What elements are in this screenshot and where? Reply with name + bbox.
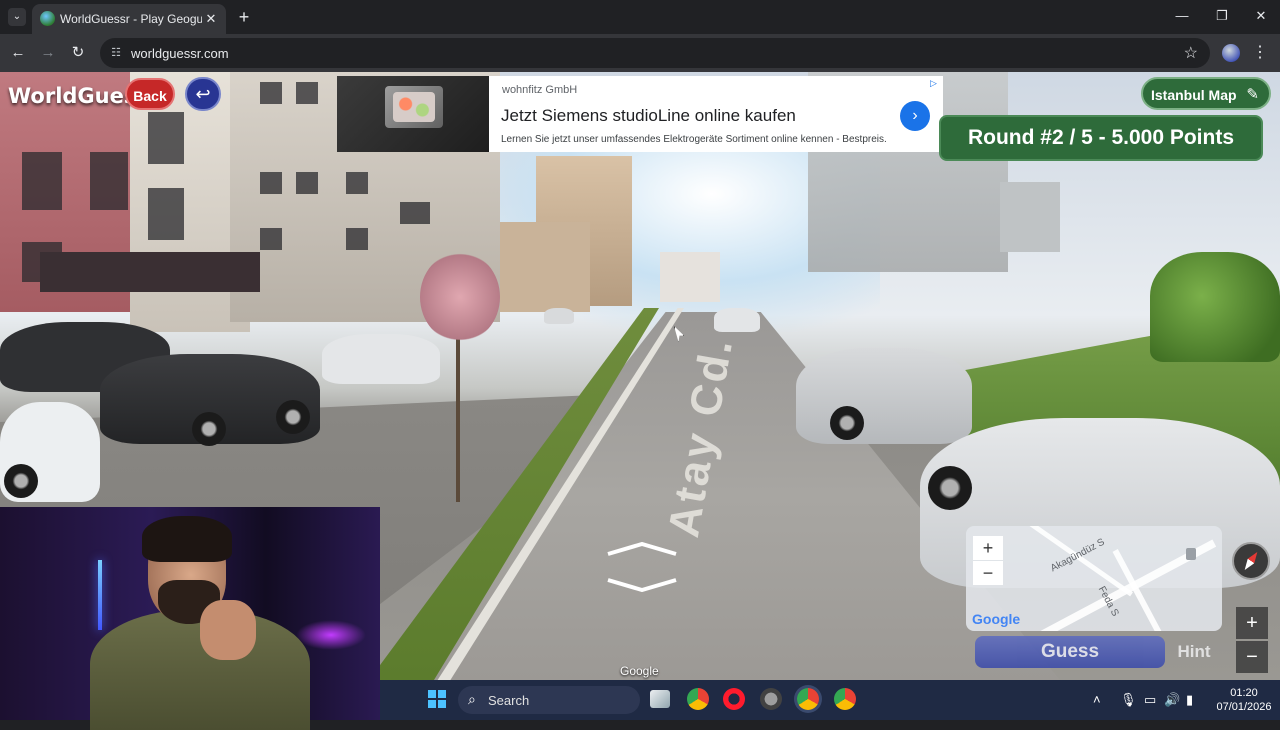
tree-crown (420, 252, 500, 342)
compass-icon[interactable] (1232, 542, 1270, 580)
browser-menu-icon[interactable]: ⋮ (1252, 43, 1268, 63)
hint-button[interactable]: Hint (1168, 636, 1220, 668)
guess-minimap[interactable]: Akagündüz S Feda S + − Google (966, 526, 1222, 631)
ad-description: Lernen Sie jetzt unser umfassendes Elekt… (501, 134, 887, 145)
reload-icon[interactable]: ↻ (67, 42, 89, 64)
maximize-button[interactable]: ❐ (1207, 6, 1237, 26)
streetview-zoom-out-button[interactable]: − (1236, 641, 1268, 673)
parked-car-white-front (0, 402, 100, 502)
chevron-right-icon[interactable]: › (900, 101, 930, 131)
taskbar-clock[interactable]: 01:20 07/01/2026 (1212, 686, 1276, 714)
profile-avatar[interactable] (1222, 44, 1240, 62)
move-backward-arrow-icon[interactable] (606, 578, 678, 592)
site-info-icon[interactable]: ☷ (108, 45, 124, 61)
round-banner: Round #2 / 5 - 5.000 Points (939, 115, 1263, 161)
building-right-small (1000, 182, 1060, 252)
url-text[interactable]: worldguessr.com (131, 46, 229, 61)
google-logo: Google (972, 611, 1021, 627)
pencil-icon: ✎ (1246, 86, 1259, 103)
return-arrow-icon: ↩ (195, 84, 211, 104)
parked-car-dark (100, 354, 320, 446)
purple-lamp (296, 620, 366, 650)
network-icon[interactable]: ▭ (1144, 692, 1156, 708)
windows-start-icon[interactable] (428, 690, 446, 708)
tab-title: WorldGuessr - Play Geoguessr Free (60, 12, 202, 26)
tab-close-button[interactable]: ✕ (202, 10, 220, 28)
ad-banner[interactable]: wohnfitz GmbH Jetzt Siemens studioLine o… (337, 76, 943, 152)
minimize-button[interactable]: — (1167, 6, 1197, 26)
battery-icon[interactable]: ▮ (1186, 692, 1193, 708)
globe-icon (40, 11, 55, 26)
map-name: Istanbul Map (1151, 87, 1237, 103)
map-zoom-in-button[interactable]: + (973, 536, 1003, 560)
ad-sponsor: wohnfitz GmbH (502, 84, 578, 96)
distant-car (544, 308, 574, 324)
ad-choices-icon[interactable]: ▷ (930, 78, 941, 89)
bookmark-star-icon[interactable]: ☆ (1184, 43, 1198, 63)
taskbar-search[interactable]: ⌕ Search (458, 686, 640, 714)
parked-car-silver (796, 348, 972, 444)
return-to-start-button[interactable]: ↩ (185, 77, 221, 111)
search-icon: ⌕ (468, 691, 476, 707)
address-bar[interactable]: ☷ worldguessr.com ☆ (100, 38, 1210, 68)
google-watermark: Google (620, 664, 659, 678)
led-strip (98, 560, 102, 630)
back-button[interactable]: Back (125, 78, 175, 110)
microphone-icon[interactable]: 🎙 (1120, 692, 1137, 708)
chrome-icon[interactable] (687, 688, 709, 710)
window-close-button[interactable]: ✕ (1246, 6, 1276, 26)
tab-strip: ⌄ WorldGuessr - Play Geoguessr Free ✕ + … (0, 0, 1280, 34)
hedge (1150, 252, 1280, 362)
tab-worldguessr[interactable]: WorldGuessr - Play Geoguessr Free ✕ (32, 4, 226, 34)
clock-time: 01:20 (1230, 687, 1258, 699)
clock-date: 07/01/2026 (1216, 701, 1272, 713)
move-forward-arrow-icon[interactable] (606, 542, 678, 556)
browser-toolbar: ← → ↻ ☷ worldguessr.com ☆ (0, 34, 1280, 72)
taskbar-search-label: Search (488, 693, 530, 708)
shop-sign (40, 252, 260, 292)
chrome-active-icon[interactable] (797, 688, 819, 710)
chrome-profile-icon[interactable] (834, 688, 856, 710)
back-arrow-icon[interactable]: ← (7, 42, 29, 64)
guess-button[interactable]: Guess (975, 636, 1165, 668)
parked-car-white (322, 334, 440, 384)
building-distant-far (660, 252, 720, 302)
map-poi-icon (1186, 548, 1196, 560)
ad-product-image[interactable] (337, 76, 489, 152)
task-view-icon[interactable] (650, 690, 670, 708)
map-select-button[interactable]: Istanbul Map ✎ (1141, 77, 1271, 110)
streamer-hand (200, 600, 256, 660)
distant-car (714, 308, 760, 332)
ad-headline[interactable]: Jetzt Siemens studioLine online kaufen (501, 106, 796, 126)
streamer-hair (142, 516, 232, 562)
app-icon[interactable] (760, 688, 782, 710)
volume-icon[interactable]: 🔊 (1164, 692, 1180, 708)
tray-chevron-icon[interactable]: ˄ (1093, 692, 1101, 707)
streetview-zoom-in-button[interactable]: + (1236, 607, 1268, 639)
map-zoom-out-button[interactable]: − (973, 561, 1003, 585)
forward-arrow-icon[interactable]: → (37, 42, 59, 64)
new-tab-button[interactable]: + (234, 7, 254, 27)
tab-search-menu[interactable]: ⌄ (8, 8, 26, 26)
building-distant-left (500, 222, 590, 312)
opera-icon[interactable] (723, 688, 745, 710)
